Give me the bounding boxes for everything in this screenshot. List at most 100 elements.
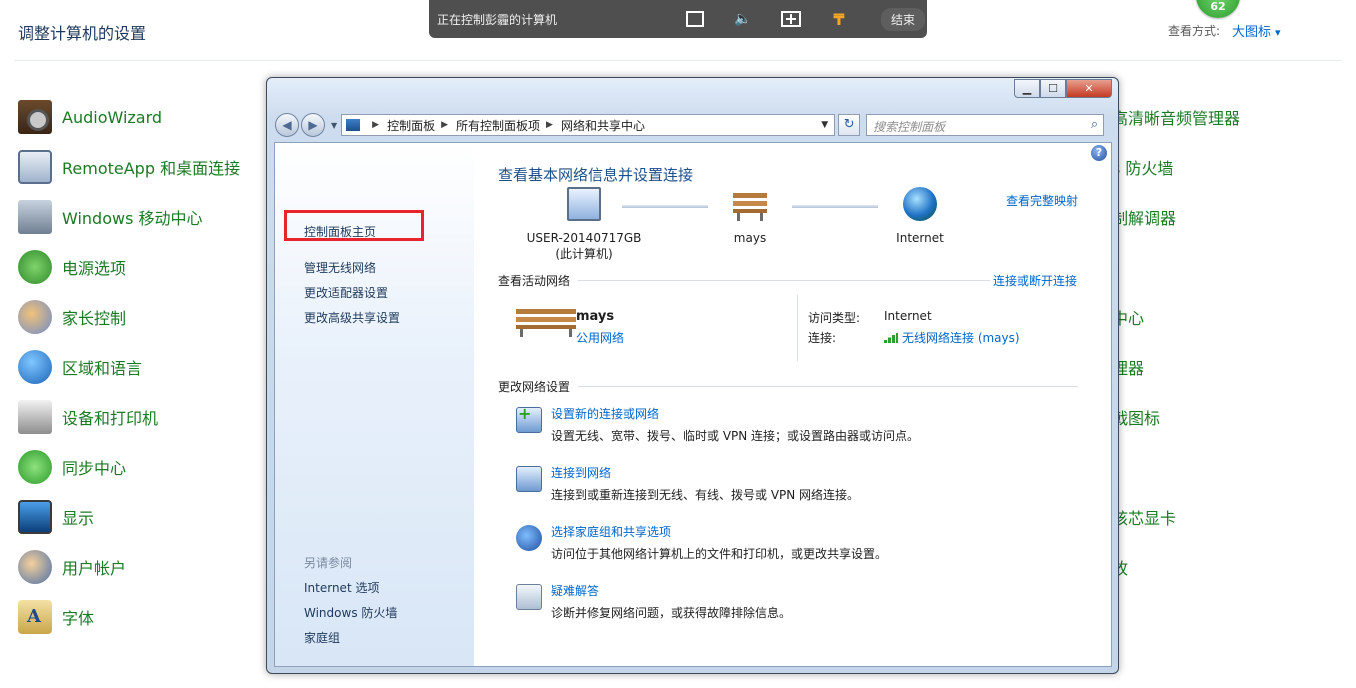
user-accounts-icon — [18, 550, 52, 584]
network-name: mays — [733, 231, 767, 245]
cp-item-region-language[interactable]: 区域和语言 — [18, 342, 240, 392]
wireless-connection-link[interactable]: 无线网络连接 (mays) — [884, 329, 1020, 346]
region-language-icon — [18, 350, 52, 384]
network-map-network: mays — [702, 187, 798, 245]
view-mode-dropdown[interactable]: 大图标 — [1232, 21, 1281, 40]
task-homegroup-link[interactable]: 选择家庭组和共享选项 — [551, 523, 671, 540]
recent-pages-dropdown[interactable]: ▼ — [331, 121, 337, 130]
public-network-bench-icon — [733, 187, 767, 221]
search-placeholder: 搜索控制面板 — [873, 120, 946, 134]
task-homegroup: 选择家庭组和共享选项 访问位于其他网络计算机上的文件和打印机，或更改共享设置。 — [516, 523, 1076, 569]
internet-globe-icon — [903, 187, 937, 221]
network-map-line — [792, 205, 878, 208]
breadcrumb-separator[interactable]: ▶ — [372, 120, 379, 130]
mobility-center-icon — [18, 200, 52, 234]
connection-label: 连接: — [808, 331, 837, 345]
breadcrumb-control-panel[interactable]: 控制面板 — [387, 117, 435, 134]
remoteapp-icon — [18, 150, 52, 184]
cp-item-firewall[interactable]: s 防火墙 — [1112, 142, 1240, 192]
score-badge: 62 — [1196, 0, 1240, 18]
maximize-button[interactable]: ☐ — [1040, 79, 1066, 98]
task-new-connection-link[interactable]: 设置新的连接或网络 — [551, 405, 659, 422]
cp-item-label: Windows 移动中心 — [62, 209, 203, 228]
address-dropdown-icon[interactable]: ▼ — [821, 120, 828, 130]
navigation-bar: ◀ ▶ ▼ ▶ 控制面板 ▶ 所有控制面板项 ▶ 网络和共享中心 ▼ ↻ 搜索控… — [275, 112, 1110, 138]
fonts-icon — [18, 600, 52, 634]
view-full-map-link[interactable]: 查看完整映射 — [1006, 192, 1078, 209]
task-connect-network: 连接到网络 连接到或重新连接到无线、有线、拨号或 VPN 网络连接。 — [516, 464, 1076, 510]
breadcrumb-separator[interactable]: ▶ — [546, 120, 553, 130]
cp-item-mobility-center[interactable]: Windows 移动中心 — [18, 192, 240, 242]
cp-item-tray-icons[interactable]: 戟图标 — [1112, 392, 1240, 442]
cp-item-display[interactable]: 显示 — [18, 492, 240, 542]
display-icon — [18, 500, 52, 534]
address-bar[interactable]: ▶ 控制面板 ▶ 所有控制面板项 ▶ 网络和共享中心 ▼ — [341, 114, 836, 136]
main-title: 查看基本网络信息并设置连接 — [498, 166, 694, 184]
audio-wizard-icon — [18, 100, 52, 134]
cp-item-center[interactable]: 中心 — [1112, 292, 1240, 342]
cp-item-graphics[interactable]: 核芯显卡 — [1112, 492, 1240, 542]
fullscreen-icon[interactable] — [683, 9, 707, 29]
sidebar-link-manage-wireless[interactable]: 管理无线网络 — [304, 259, 376, 276]
search-input[interactable]: 搜索控制面板 ⌕ — [866, 114, 1105, 136]
computer-name: USER-20140717GB — [526, 231, 642, 245]
cp-item-audio-manager[interactable]: 高清晰音频管理器 — [1112, 92, 1240, 142]
right-item-list: 高清晰音频管理器 s 防火墙 制解调器 中心 理器 戟图标 核芯显卡 故 — [1112, 92, 1240, 592]
cp-item-modem[interactable]: 制解调器 — [1112, 192, 1240, 242]
cp-item-fonts[interactable]: 字体 — [18, 592, 240, 642]
breadcrumb-all-items[interactable]: 所有控制面板项 — [456, 117, 540, 134]
power-options-icon — [18, 250, 52, 284]
help-icon[interactable]: ? — [1091, 145, 1107, 161]
window-controls: ▁ ☐ ✕ — [1014, 79, 1112, 98]
sidebar-link-change-adapter[interactable]: 更改适配器设置 — [304, 284, 388, 301]
cp-item-label: 戟图标 — [1112, 409, 1161, 428]
see-also-label: 另请参阅 — [304, 556, 353, 570]
sidebar-link-advanced-sharing[interactable]: 更改高级共享设置 — [304, 309, 400, 326]
refresh-icon[interactable]: ↻ — [838, 114, 861, 136]
cp-item-sync-center[interactable]: 同步中心 — [18, 442, 240, 492]
cp-item-user-accounts[interactable]: 用户帐户 — [18, 542, 240, 592]
sidebar-link-internet-options[interactable]: Internet 选项 — [304, 579, 379, 596]
close-button[interactable]: ✕ — [1066, 79, 1112, 98]
cp-item-label: RemoteApp 和桌面连接 — [62, 159, 241, 178]
homegroup-icon — [516, 525, 542, 551]
cp-item-manager[interactable]: 理器 — [1112, 342, 1240, 392]
section-divider — [578, 386, 1078, 387]
cp-item-hidden-1[interactable] — [1112, 242, 1240, 292]
task-connect-network-desc: 连接到或重新连接到无线、有线、拨号或 VPN 网络连接。 — [551, 488, 860, 502]
pin-icon[interactable]: ₸ — [827, 9, 851, 29]
cp-item-label: s 防火墙 — [1112, 159, 1174, 178]
cp-item-parental-controls[interactable]: 家长控制 — [18, 292, 240, 342]
volume-icon[interactable]: 🔈 — [731, 9, 755, 29]
breadcrumb-network-center[interactable]: 网络和共享中心 — [561, 117, 645, 134]
cp-item-power-options[interactable]: 电源选项 — [18, 242, 240, 292]
sidebar-link-homegroup[interactable]: 家庭组 — [304, 629, 340, 646]
cp-item-remoteapp[interactable]: RemoteApp 和桌面连接 — [18, 142, 240, 192]
change-settings-label: 更改网络设置 — [498, 380, 571, 394]
forward-button[interactable]: ▶ — [301, 113, 325, 137]
minimize-button[interactable]: ▁ — [1014, 79, 1040, 98]
network-sharing-window: ▁ ☐ ✕ ◀ ▶ ▼ ▶ 控制面板 ▶ 所有控制面板项 ▶ 网络和共享中心 ▼… — [266, 77, 1119, 674]
search-icon[interactable]: ⌕ — [1091, 117, 1098, 132]
breadcrumb-separator[interactable]: ▶ — [441, 120, 448, 130]
computer-icon — [567, 187, 601, 221]
network-type-link[interactable]: 公用网络 — [576, 329, 624, 346]
task-troubleshoot-link[interactable]: 疑难解答 — [551, 582, 599, 599]
cp-item-label: 高清晰音频管理器 — [1112, 109, 1241, 128]
cp-item-devices-printers[interactable]: 设备和打印机 — [18, 392, 240, 442]
public-network-bench-icon — [516, 303, 576, 349]
cp-item-label: AudioWizard — [62, 107, 163, 127]
back-button[interactable]: ◀ — [275, 113, 299, 137]
cp-item-audiowizard[interactable]: AudioWizard — [18, 92, 240, 142]
sidebar-link-firewall[interactable]: Windows 防火墙 — [304, 604, 397, 621]
cp-item-hidden-2[interactable] — [1112, 442, 1240, 492]
connect-disconnect-link[interactable]: 连接或断开连接 — [993, 272, 1077, 289]
wifi-signal-icon — [884, 332, 898, 343]
cp-item-label: 电源选项 — [62, 259, 127, 278]
network-map-internet: Internet — [870, 187, 970, 245]
resize-icon[interactable] — [779, 9, 803, 29]
end-session-button[interactable]: 结束 — [881, 7, 926, 31]
sync-center-icon — [18, 450, 52, 484]
task-connect-network-link[interactable]: 连接到网络 — [551, 464, 611, 481]
cp-item-troubleshoot-bg[interactable]: 故 — [1112, 542, 1240, 592]
